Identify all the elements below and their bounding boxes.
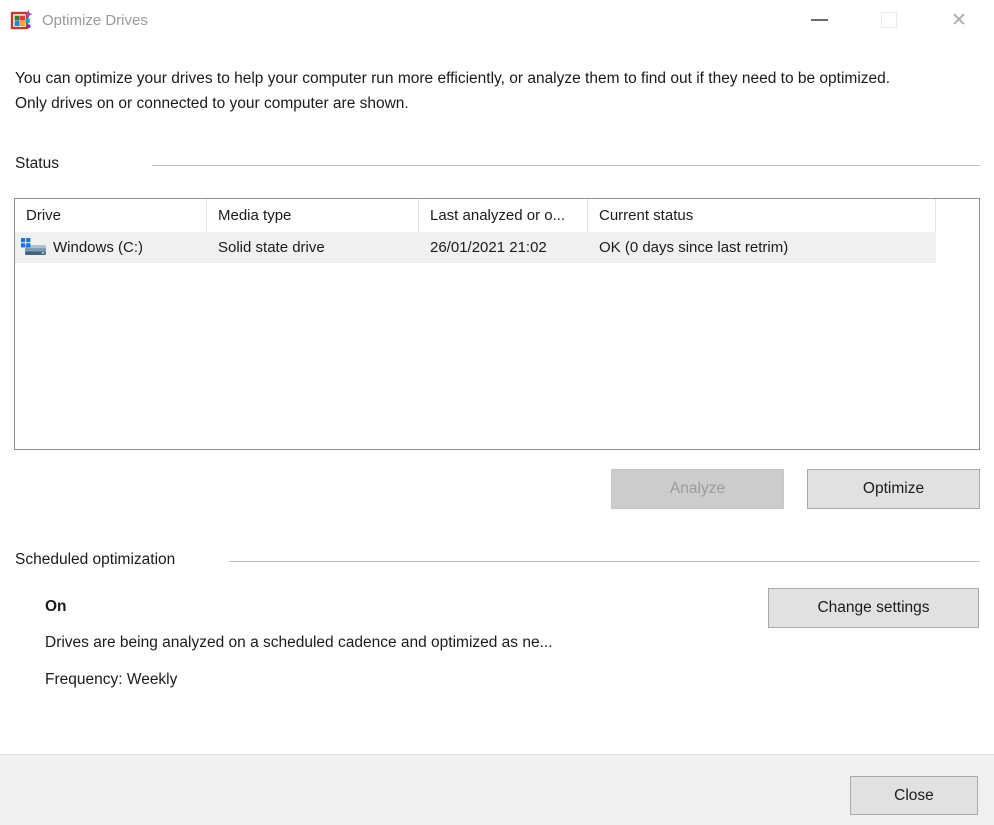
- windows-drive-icon: [20, 237, 47, 258]
- drive-name: Windows (C:): [53, 239, 143, 256]
- drives-table: Drive Media type Last analyzed or o... C…: [14, 198, 980, 450]
- current-status-cell: OK (0 days since last retrim): [588, 239, 936, 256]
- schedule-frequency: Frequency: Weekly: [45, 671, 177, 689]
- scheduled-section-divider: [229, 561, 980, 562]
- column-header-drive[interactable]: Drive: [15, 199, 207, 232]
- footer-bar: [0, 754, 994, 825]
- column-header-last-analyzed[interactable]: Last analyzed or o...: [419, 199, 588, 232]
- window-controls: ✕: [784, 0, 994, 40]
- column-header-current-status[interactable]: Current status: [588, 199, 936, 232]
- column-header-media-type[interactable]: Media type: [207, 199, 419, 232]
- window-title: Optimize Drives: [42, 12, 148, 29]
- drives-table-header: Drive Media type Last analyzed or o... C…: [15, 199, 979, 232]
- media-type-cell: Solid state drive: [207, 239, 419, 256]
- schedule-state: On: [45, 598, 67, 616]
- last-analyzed-cell: 26/01/2021 21:02: [419, 239, 588, 256]
- status-section-divider: [152, 165, 980, 166]
- drive-name-cell: Windows (C:): [15, 237, 207, 258]
- optimize-button[interactable]: Optimize: [807, 469, 980, 509]
- schedule-description: Drives are being analyzed on a scheduled…: [45, 634, 553, 652]
- change-settings-button[interactable]: Change settings: [768, 588, 979, 628]
- minimize-icon[interactable]: [784, 0, 854, 40]
- status-section-header: Status: [15, 155, 980, 175]
- intro-text: You can optimize your drives to help you…: [15, 66, 925, 116]
- optimize-drives-window: Optimize Drives ✕ You can optimize your …: [0, 0, 994, 825]
- status-section-label: Status: [15, 155, 59, 173]
- titlebar: Optimize Drives ✕: [0, 0, 994, 40]
- close-icon[interactable]: ✕: [924, 0, 994, 40]
- analyze-button[interactable]: Analyze: [611, 469, 784, 509]
- scheduled-section-label: Scheduled optimization: [15, 551, 175, 569]
- maximize-icon[interactable]: [854, 0, 924, 40]
- table-row-windows-c[interactable]: Windows (C:) Solid state drive 26/01/202…: [15, 232, 936, 263]
- defrag-icon: [10, 8, 34, 32]
- scheduled-section-header: Scheduled optimization: [15, 551, 980, 571]
- close-button[interactable]: Close: [850, 776, 978, 815]
